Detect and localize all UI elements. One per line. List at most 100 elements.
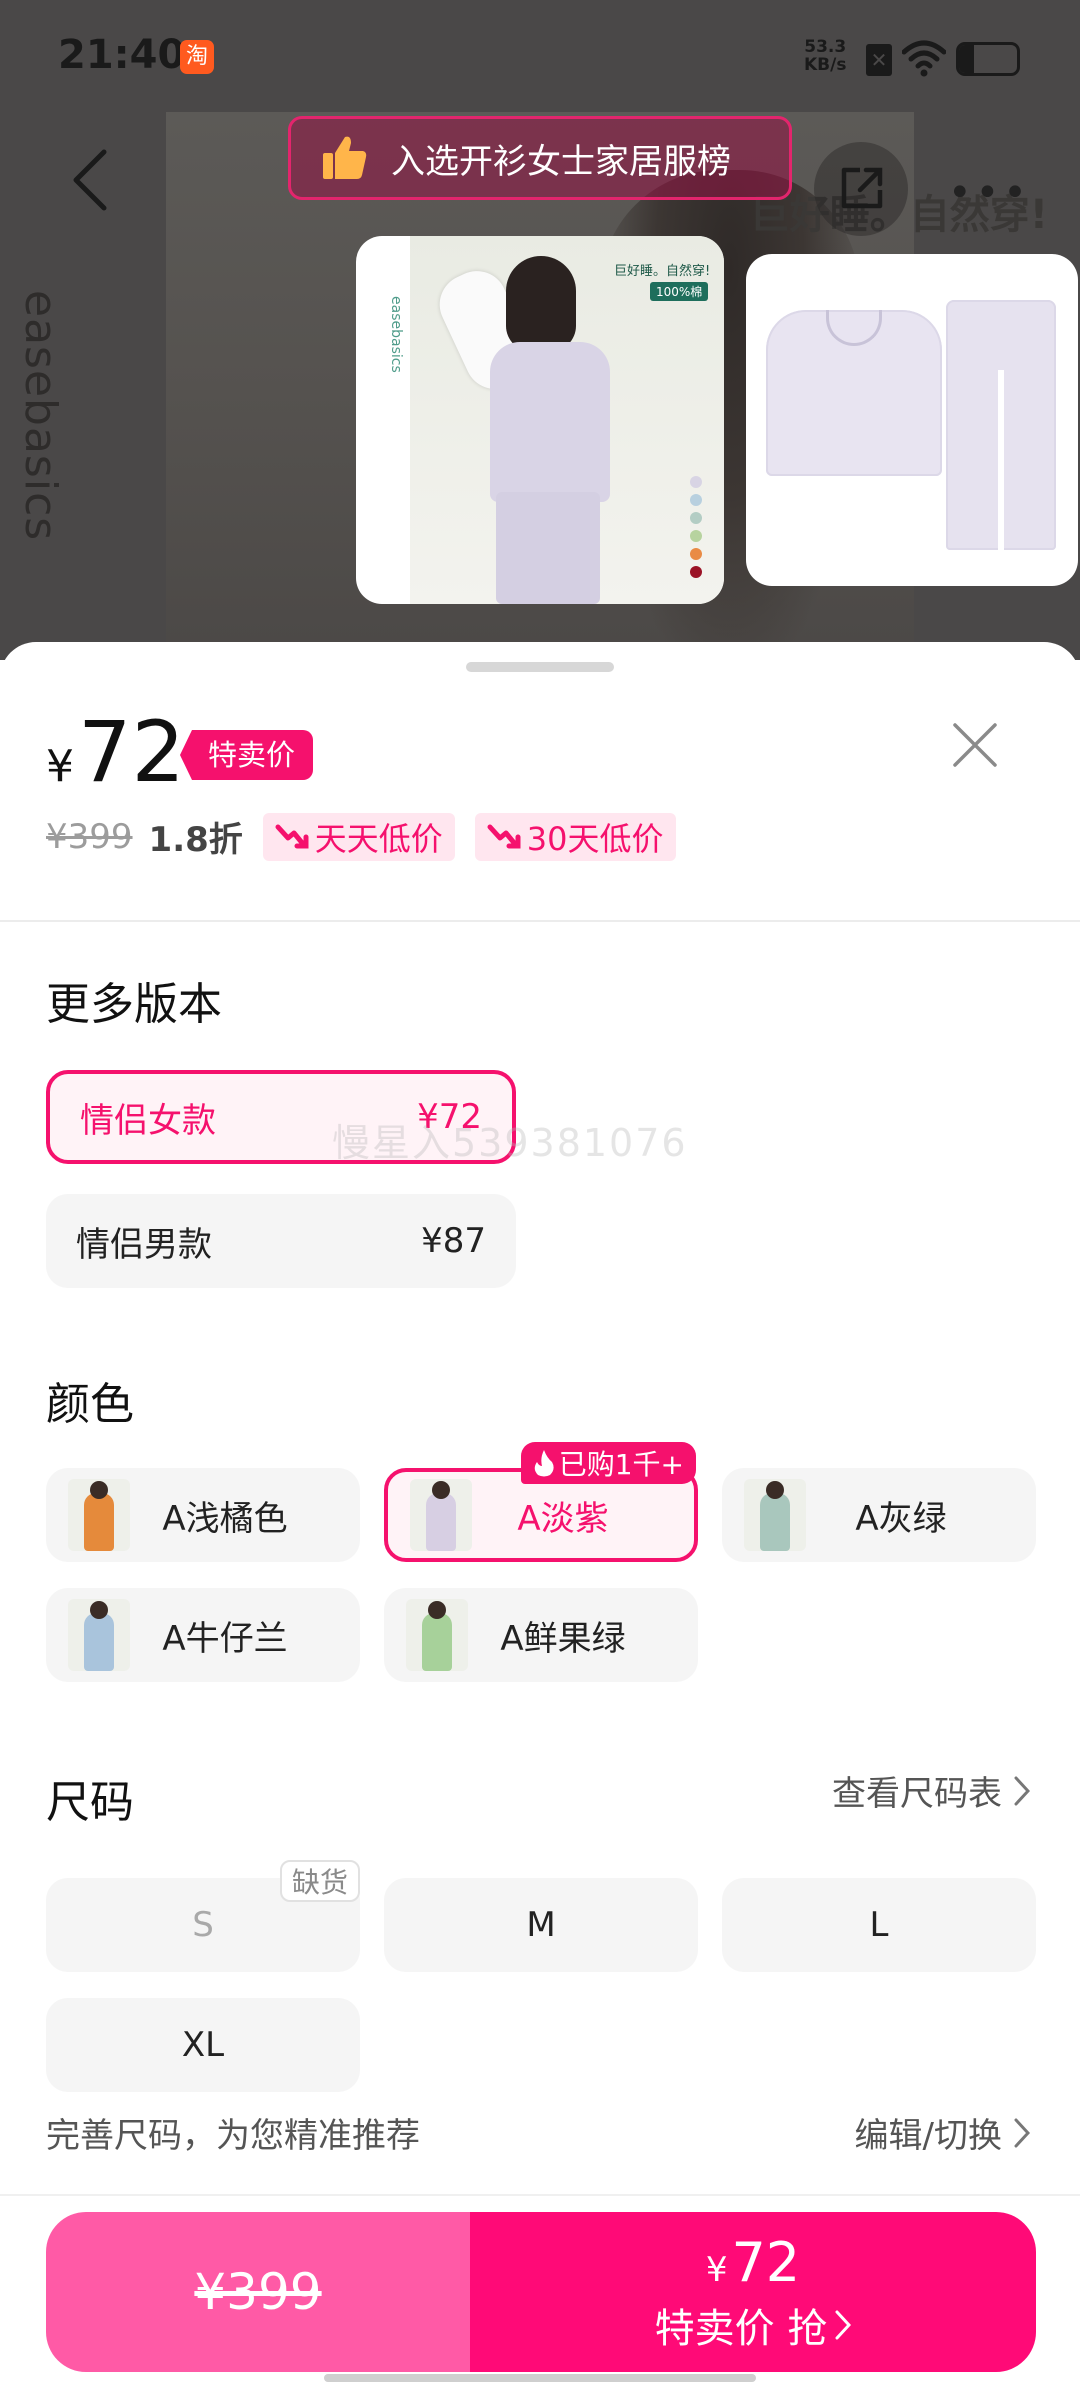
swatch-head (90, 1601, 108, 1619)
version-name: 情侣女款 (80, 1100, 216, 1141)
sku-selector-sheet: ¥ 72 特卖价 ¥399 1.8折 天天低价 30天低价 更多版本 情侣女款 … (0, 642, 1080, 2388)
status-bar: 21:40 淘 53.3 KB/s ✕ (0, 0, 1080, 110)
edit-size-link[interactable]: 编辑/切换 (855, 2108, 1030, 2157)
sku-preview-photo[interactable]: easebasics 巨好睡。自然穿! 100%棉 (356, 236, 724, 604)
chevron-right-icon (835, 2310, 852, 2339)
swatch-figure (760, 1493, 790, 1551)
chevron-right-icon (1014, 2118, 1030, 2147)
backdrop-brand-text: easebasics (15, 290, 66, 542)
wifi-icon (902, 40, 946, 77)
trend-down-icon (275, 824, 309, 848)
divider (0, 920, 1080, 922)
color-dot (690, 476, 702, 488)
pajama-pants-graphic (496, 492, 600, 604)
color-option-light-purple[interactable]: A淡紫 已购1千+ (384, 1442, 698, 1562)
colors-title: 颜色 (46, 1379, 134, 1430)
color-swatch-thumb (744, 1479, 806, 1551)
color-label: A鲜果绿 (500, 1618, 626, 1659)
buy-now-label-text: 特卖价 抢 (654, 2305, 828, 2352)
swatch-head (766, 1481, 784, 1499)
color-option-denim-blue[interactable]: A牛仔兰 (46, 1588, 360, 1682)
version-name: 情侣男款 (76, 1224, 212, 1265)
color-dots (690, 476, 702, 578)
color-label: A灰绿 (855, 1498, 947, 1539)
sku-flatlay-photo[interactable] (746, 254, 1078, 586)
close-icon[interactable] (952, 722, 998, 768)
watermark-text: 慢星入539381076 (332, 1121, 688, 1165)
out-of-stock-badge: 缺货 (279, 1860, 360, 1902)
original-price: ¥399 (46, 816, 133, 857)
color-dot (690, 494, 702, 506)
thumbs-up-icon (323, 136, 367, 179)
buy-bar: ¥399 ¥ 72 特卖价 抢 (46, 2212, 1036, 2372)
photo-slogan: 巨好睡。自然穿! (614, 264, 711, 279)
edit-size-link-text: 编辑/切换 (854, 2116, 1002, 2156)
swatch-head (428, 1601, 446, 1619)
color-dot (690, 548, 702, 560)
current-price: ¥ 72 (46, 710, 185, 794)
version-option-male[interactable]: 情侣男款 ¥87 (46, 1194, 516, 1288)
trend-down-icon (487, 824, 521, 848)
network-speed-value: 53.3 (804, 37, 847, 57)
share-button[interactable] (814, 142, 908, 236)
size-chart-link[interactable]: 查看尺码表 (832, 1766, 1030, 1815)
size-option-l[interactable]: L (722, 1878, 1036, 1972)
swatch-figure (84, 1493, 114, 1551)
size-recommend-text: 完善尺码，为您精准推荐 (46, 2116, 420, 2156)
color-dot (690, 512, 702, 524)
buy-price-value: 72 (731, 2230, 801, 2294)
color-label: A牛仔兰 (162, 1618, 288, 1659)
price-details: ¥399 1.8折 天天低价 30天低价 (46, 812, 676, 861)
special-price-badge: 特卖价 (180, 730, 314, 780)
more-options-icon[interactable]: ••• (948, 170, 1031, 216)
color-option-orange[interactable]: A浅橘色 (46, 1468, 360, 1562)
pajama-top-graphic (490, 342, 610, 502)
size-label: L (869, 1905, 889, 1945)
deal-tag-text: 30天低价 (526, 819, 664, 858)
size-option-xl[interactable]: XL (46, 1998, 360, 2092)
back-arrow-icon[interactable] (70, 148, 110, 212)
size-option-m[interactable]: M (384, 1878, 698, 1972)
model-hair-graphic (506, 256, 576, 352)
color-option-fresh-green[interactable]: A鲜果绿 (384, 1588, 698, 1682)
swatch-figure (426, 1493, 456, 1551)
size-option-s[interactable]: S 缺货 (46, 1860, 360, 1972)
ranking-banner[interactable]: 入选开衫女士家居服榜 (288, 116, 792, 200)
color-option-gray-green[interactable]: A灰绿 (722, 1468, 1036, 1562)
pants-split (998, 370, 1004, 550)
pajama-pants-flatlay (946, 300, 1056, 550)
swatch-figure (84, 1613, 114, 1671)
home-indicator[interactable] (324, 2374, 756, 2382)
cotton-tag: 100%棉 (650, 282, 709, 301)
price-currency: ¥ (46, 741, 74, 792)
original-price-button[interactable]: ¥399 (46, 2212, 470, 2372)
chevron-right-icon (1014, 1776, 1030, 1805)
swatch-head (432, 1481, 450, 1499)
popular-badge-text: 已购1千+ (558, 1448, 684, 1481)
swatch-figure (422, 1613, 452, 1671)
color-label: A浅橘色 (162, 1498, 288, 1539)
color-swatch-thumb (68, 1479, 130, 1551)
buy-now-price: ¥ 72 (706, 2231, 800, 2294)
buy-now-button[interactable]: ¥ 72 特卖价 抢 (470, 2212, 1036, 2372)
daily-low-price-tag: 天天低价 (262, 812, 455, 861)
drag-handle[interactable] (466, 662, 614, 672)
ranking-banner-text: 入选开衫女士家居服榜 (391, 141, 731, 182)
swatch-head (90, 1481, 108, 1499)
share-icon (841, 167, 883, 209)
color-swatch-thumb (410, 1479, 472, 1551)
buy-price-currency: ¥ (705, 2249, 728, 2290)
size-label: S (192, 1905, 214, 1945)
popular-badge: 已购1千+ (520, 1442, 696, 1484)
sizes-title: 尺码 (46, 1777, 134, 1828)
versions-title: 更多版本 (46, 979, 222, 1030)
price-value: 72 (78, 703, 185, 801)
taobao-app-icon: 淘 (180, 40, 214, 74)
buy-now-label: 特卖价 抢 (655, 2296, 852, 2354)
color-label: A淡紫 (517, 1498, 609, 1539)
size-label: M (526, 1905, 556, 1945)
pajama-top-flatlay (766, 310, 942, 476)
size-chart-link-text: 查看尺码表 (832, 1774, 1002, 1814)
color-dot (690, 566, 702, 578)
collar-graphic (826, 310, 882, 346)
